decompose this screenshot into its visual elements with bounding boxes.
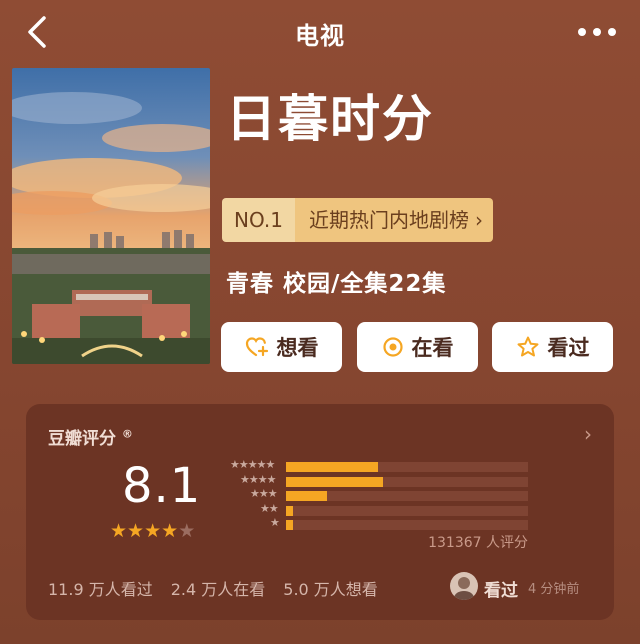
distribution-bar bbox=[286, 520, 294, 531]
watching-label: 在看 bbox=[411, 336, 454, 360]
more-button[interactable] bbox=[578, 28, 616, 38]
distribution-row: ★★ bbox=[216, 501, 536, 518]
star-filled-icon: ★ bbox=[110, 520, 128, 542]
user-avatar[interactable] bbox=[450, 572, 478, 600]
audience-stat: 11.9 万人看过 bbox=[48, 580, 153, 599]
genre-episodes: 青春 校园/全集22集 bbox=[226, 271, 447, 297]
rating-count: 131367 人评分 bbox=[428, 535, 528, 551]
distribution-bar bbox=[286, 476, 383, 487]
star-filled-icon: ★ bbox=[144, 520, 162, 542]
distribution-bar bbox=[286, 505, 294, 516]
trademark-mark: ® bbox=[121, 427, 133, 441]
rank-label-wrap: 近期热门内地剧榜 › bbox=[294, 198, 493, 242]
friend-watched-tag: 看过 bbox=[484, 581, 518, 601]
douban-rating-card[interactable]: 豆瓣评分 ® › 8.1 ★★★★★ ★★★★★ ★★★★ ★★★ ★★ ★ 13136… bbox=[26, 404, 614, 620]
watched-label: 看过 bbox=[547, 336, 590, 360]
want-to-watch-label: 想看 bbox=[276, 336, 319, 360]
distribution-row: ★ bbox=[216, 516, 536, 532]
distribution-bar bbox=[286, 462, 378, 472]
distribution-track bbox=[286, 491, 528, 502]
distribution-star-label: ★★ bbox=[260, 501, 279, 515]
heart-plus-icon bbox=[245, 337, 268, 357]
watched-button[interactable]: 看过 bbox=[492, 322, 613, 372]
distribution-track bbox=[286, 520, 528, 531]
audience-stats: 11.9 万人看过 2.4 万人在看 5.0 万人想看 bbox=[48, 576, 396, 600]
rank-number: NO.1 bbox=[222, 198, 295, 242]
star-outline-icon bbox=[517, 336, 538, 357]
chevron-right-icon[interactable]: › bbox=[584, 422, 592, 446]
distribution-star-label: ★ bbox=[270, 516, 280, 530]
page-title: 电视 bbox=[295, 22, 345, 50]
audience-stat: 5.0 万人想看 bbox=[283, 580, 378, 599]
more-dots-icon bbox=[578, 28, 586, 36]
distribution-star-label: ★★★ bbox=[250, 487, 278, 501]
distribution-bar bbox=[286, 491, 328, 502]
distribution-star-label: ★★★★★ bbox=[230, 458, 275, 471]
show-poster[interactable] bbox=[12, 68, 210, 364]
distribution-star-label: ★★★★ bbox=[240, 472, 276, 486]
rating-header: 豆瓣评分 ® bbox=[48, 424, 133, 449]
rating-header-label: 豆瓣评分 bbox=[48, 429, 116, 449]
rank-label: 近期热门内地剧榜 bbox=[308, 208, 469, 232]
friend-watched-time: 4 分钟前 bbox=[528, 582, 580, 597]
top-bar: 电视 bbox=[0, 0, 640, 64]
distribution-track bbox=[286, 462, 528, 472]
score-stars: ★★★★★ bbox=[110, 520, 195, 542]
star-empty-icon: ★ bbox=[178, 520, 196, 542]
ranking-badge[interactable]: NO.1 近期热门内地剧榜 › bbox=[222, 198, 493, 242]
star-filled-icon: ★ bbox=[161, 520, 179, 542]
want-to-watch-button[interactable]: 想看 bbox=[221, 322, 342, 372]
distribution-track bbox=[286, 476, 528, 487]
star-filled-icon: ★ bbox=[127, 520, 145, 542]
chevron-right-icon: › bbox=[474, 208, 483, 232]
audience-stat: 2.4 万人在看 bbox=[170, 580, 266, 599]
distribution-track bbox=[286, 505, 528, 516]
target-circle-icon bbox=[382, 337, 403, 357]
rating-distribution: ★★★★★ ★★★★ ★★★ ★★ ★ bbox=[216, 458, 536, 533]
watching-button[interactable]: 在看 bbox=[357, 322, 478, 372]
rating-score: 8.1 bbox=[122, 458, 202, 514]
show-title: 日暮时分 bbox=[226, 90, 434, 148]
